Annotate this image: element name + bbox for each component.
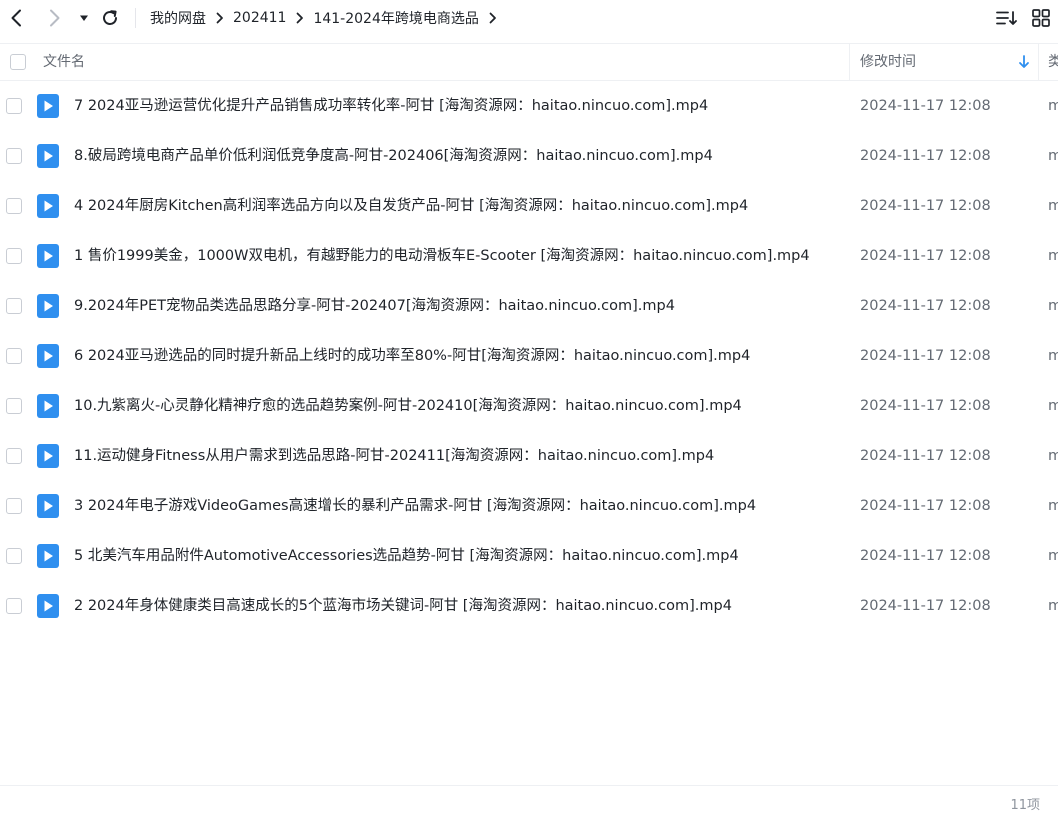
row-checkbox[interactable] xyxy=(6,148,22,164)
breadcrumb: 我的网盘 202411 141-2024年跨境电商选品 xyxy=(150,0,506,36)
chevron-right-icon xyxy=(489,12,496,24)
row-checkbox[interactable] xyxy=(6,598,22,614)
caret-down-icon xyxy=(80,15,88,21)
breadcrumb-item-root[interactable]: 我的网盘 xyxy=(150,8,206,28)
file-name[interactable]: 5 北美汽车用品附件AutomotiveAccessories选品趋势-阿甘 [… xyxy=(74,531,739,581)
file-name[interactable]: 11.运动健身Fitness从用户需求到选品思路-阿甘-202411[海淘资源网… xyxy=(74,431,714,481)
toolbar: 我的网盘 202411 141-2024年跨境电商选品 xyxy=(0,0,1058,36)
file-modified-time: 2024-11-17 12:08 xyxy=(860,548,991,564)
file-type: mp4 xyxy=(1048,148,1058,164)
file-type: mp4 xyxy=(1048,498,1058,514)
file-name[interactable]: 10.九紫离火-心灵静化精神疗愈的选品趋势案例-阿甘-202410[海淘资源网：… xyxy=(74,381,742,431)
column-resize-handle[interactable] xyxy=(1038,44,1039,81)
chevron-right-icon xyxy=(50,9,60,27)
file-type: mp4 xyxy=(1048,98,1058,114)
file-row[interactable]: 5 北美汽车用品附件AutomotiveAccessories选品趋势-阿甘 [… xyxy=(0,531,1058,581)
file-type: mp4 xyxy=(1048,198,1058,214)
file-name[interactable]: 6 2024亚马逊选品的同时提升新品上线时的成功率至80%-阿甘[海淘资源网：h… xyxy=(74,331,750,381)
toolbar-divider xyxy=(135,8,136,28)
column-header-name[interactable]: 文件名 xyxy=(43,44,85,80)
file-modified-time: 2024-11-17 12:08 xyxy=(860,448,991,464)
forward-button[interactable] xyxy=(44,6,66,30)
history-dropdown-button[interactable] xyxy=(73,6,95,30)
file-row[interactable]: 6 2024亚马逊选品的同时提升新品上线时的成功率至80%-阿甘[海淘资源网：h… xyxy=(0,331,1058,381)
row-checkbox[interactable] xyxy=(6,98,22,114)
file-modified-time: 2024-11-17 12:08 xyxy=(860,398,991,414)
grid-view-button[interactable] xyxy=(1029,6,1053,30)
file-modified-time: 2024-11-17 12:08 xyxy=(860,248,991,264)
breadcrumb-item-202411[interactable]: 202411 xyxy=(233,10,286,26)
file-name[interactable]: 4 2024年厨房Kitchen高利润率选品方向以及自发货产品-阿甘 [海淘资源… xyxy=(74,181,748,231)
item-count: 11项 xyxy=(1010,798,1040,813)
file-list-header: 文件名 修改时间 类型 xyxy=(0,43,1058,81)
row-checkbox[interactable] xyxy=(6,348,22,364)
breadcrumb-more-button[interactable] xyxy=(489,12,497,24)
chevron-right-icon xyxy=(296,12,304,24)
file-name[interactable]: 3 2024年电子游戏VideoGames高速增长的暴利产品需求-阿甘 [海淘资… xyxy=(74,481,756,531)
file-modified-time: 2024-11-17 12:08 xyxy=(860,348,991,364)
file-list: 7 2024亚马逊运营优化提升产品销售成功率转化率-阿甘 [海淘资源网：hait… xyxy=(0,81,1058,631)
file-name[interactable]: 7 2024亚马逊运营优化提升产品销售成功率转化率-阿甘 [海淘资源网：hait… xyxy=(74,81,708,131)
file-row[interactable]: 1 售价1999美金，1000W双电机，有越野能力的电动滑板车E-Scooter… xyxy=(0,231,1058,281)
video-file-icon xyxy=(37,444,59,468)
video-file-icon xyxy=(37,394,59,418)
file-row[interactable]: 9.2024年PET宠物品类选品思路分享-阿甘-202407[海淘资源网：hai… xyxy=(0,281,1058,331)
file-row[interactable]: 7 2024亚马逊运营优化提升产品销售成功率转化率-阿甘 [海淘资源网：hait… xyxy=(0,81,1058,131)
row-checkbox[interactable] xyxy=(6,248,22,264)
grid-view-icon xyxy=(1032,9,1050,27)
file-name[interactable]: 8.破局跨境电商产品单价低利润低竞争度高-阿甘-202406[海淘资源网：hai… xyxy=(74,131,713,181)
file-row[interactable]: 3 2024年电子游戏VideoGames高速增长的暴利产品需求-阿甘 [海淘资… xyxy=(0,481,1058,531)
file-type: mp4 xyxy=(1048,598,1058,614)
file-modified-time: 2024-11-17 12:08 xyxy=(860,98,991,114)
file-type: mp4 xyxy=(1048,398,1058,414)
sort-descending-icon[interactable] xyxy=(1018,55,1030,69)
file-row[interactable]: 8.破局跨境电商产品单价低利润低竞争度高-阿甘-202406[海淘资源网：hai… xyxy=(0,131,1058,181)
file-name[interactable]: 1 售价1999美金，1000W双电机，有越野能力的电动滑板车E-Scooter… xyxy=(74,231,810,281)
column-resize-handle[interactable] xyxy=(849,44,850,81)
select-all-checkbox[interactable] xyxy=(10,54,26,70)
file-modified-time: 2024-11-17 12:08 xyxy=(860,298,991,314)
video-file-icon xyxy=(37,94,59,118)
column-header-modified[interactable]: 修改时间 xyxy=(860,44,916,80)
file-type: mp4 xyxy=(1048,548,1058,564)
status-bar: 11项 xyxy=(0,785,1058,824)
refresh-icon xyxy=(103,10,117,25)
refresh-button[interactable] xyxy=(99,6,121,30)
file-modified-time: 2024-11-17 12:08 xyxy=(860,148,991,164)
row-checkbox[interactable] xyxy=(6,398,22,414)
video-file-icon xyxy=(37,344,59,368)
file-row[interactable]: 4 2024年厨房Kitchen高利润率选品方向以及自发货产品-阿甘 [海淘资源… xyxy=(0,181,1058,231)
video-file-icon xyxy=(37,194,59,218)
file-modified-time: 2024-11-17 12:08 xyxy=(860,598,991,614)
video-file-icon xyxy=(37,544,59,568)
video-file-icon xyxy=(37,594,59,618)
video-file-icon xyxy=(37,244,59,268)
sort-list-icon xyxy=(996,11,1017,25)
column-header-type[interactable]: 类型 xyxy=(1048,44,1058,80)
file-type: mp4 xyxy=(1048,298,1058,314)
video-file-icon xyxy=(37,144,59,168)
file-type: mp4 xyxy=(1048,248,1058,264)
file-name[interactable]: 2 2024年身体健康类目高速成长的5个蓝海市场关键词-阿甘 [海淘资源网：ha… xyxy=(74,581,732,631)
row-checkbox[interactable] xyxy=(6,498,22,514)
file-modified-time: 2024-11-17 12:08 xyxy=(860,198,991,214)
back-button[interactable] xyxy=(5,6,27,30)
file-name[interactable]: 9.2024年PET宠物品类选品思路分享-阿甘-202407[海淘资源网：hai… xyxy=(74,281,675,331)
breadcrumb-item-current[interactable]: 141-2024年跨境电商选品 xyxy=(313,8,478,28)
row-checkbox[interactable] xyxy=(6,298,22,314)
file-type: mp4 xyxy=(1048,448,1058,464)
row-checkbox[interactable] xyxy=(6,448,22,464)
file-modified-time: 2024-11-17 12:08 xyxy=(860,498,991,514)
file-row[interactable]: 10.九紫离火-心灵静化精神疗愈的选品趋势案例-阿甘-202410[海淘资源网：… xyxy=(0,381,1058,431)
file-row[interactable]: 2 2024年身体健康类目高速成长的5个蓝海市场关键词-阿甘 [海淘资源网：ha… xyxy=(0,581,1058,631)
chevron-right-icon xyxy=(216,12,224,24)
sort-options-button[interactable] xyxy=(995,6,1019,30)
file-type: mp4 xyxy=(1048,348,1058,364)
video-file-icon xyxy=(37,494,59,518)
file-row[interactable]: 11.运动健身Fitness从用户需求到选品思路-阿甘-202411[海淘资源网… xyxy=(0,431,1058,481)
video-file-icon xyxy=(37,294,59,318)
row-checkbox[interactable] xyxy=(6,198,22,214)
row-checkbox[interactable] xyxy=(6,548,22,564)
chevron-left-icon xyxy=(11,9,21,27)
